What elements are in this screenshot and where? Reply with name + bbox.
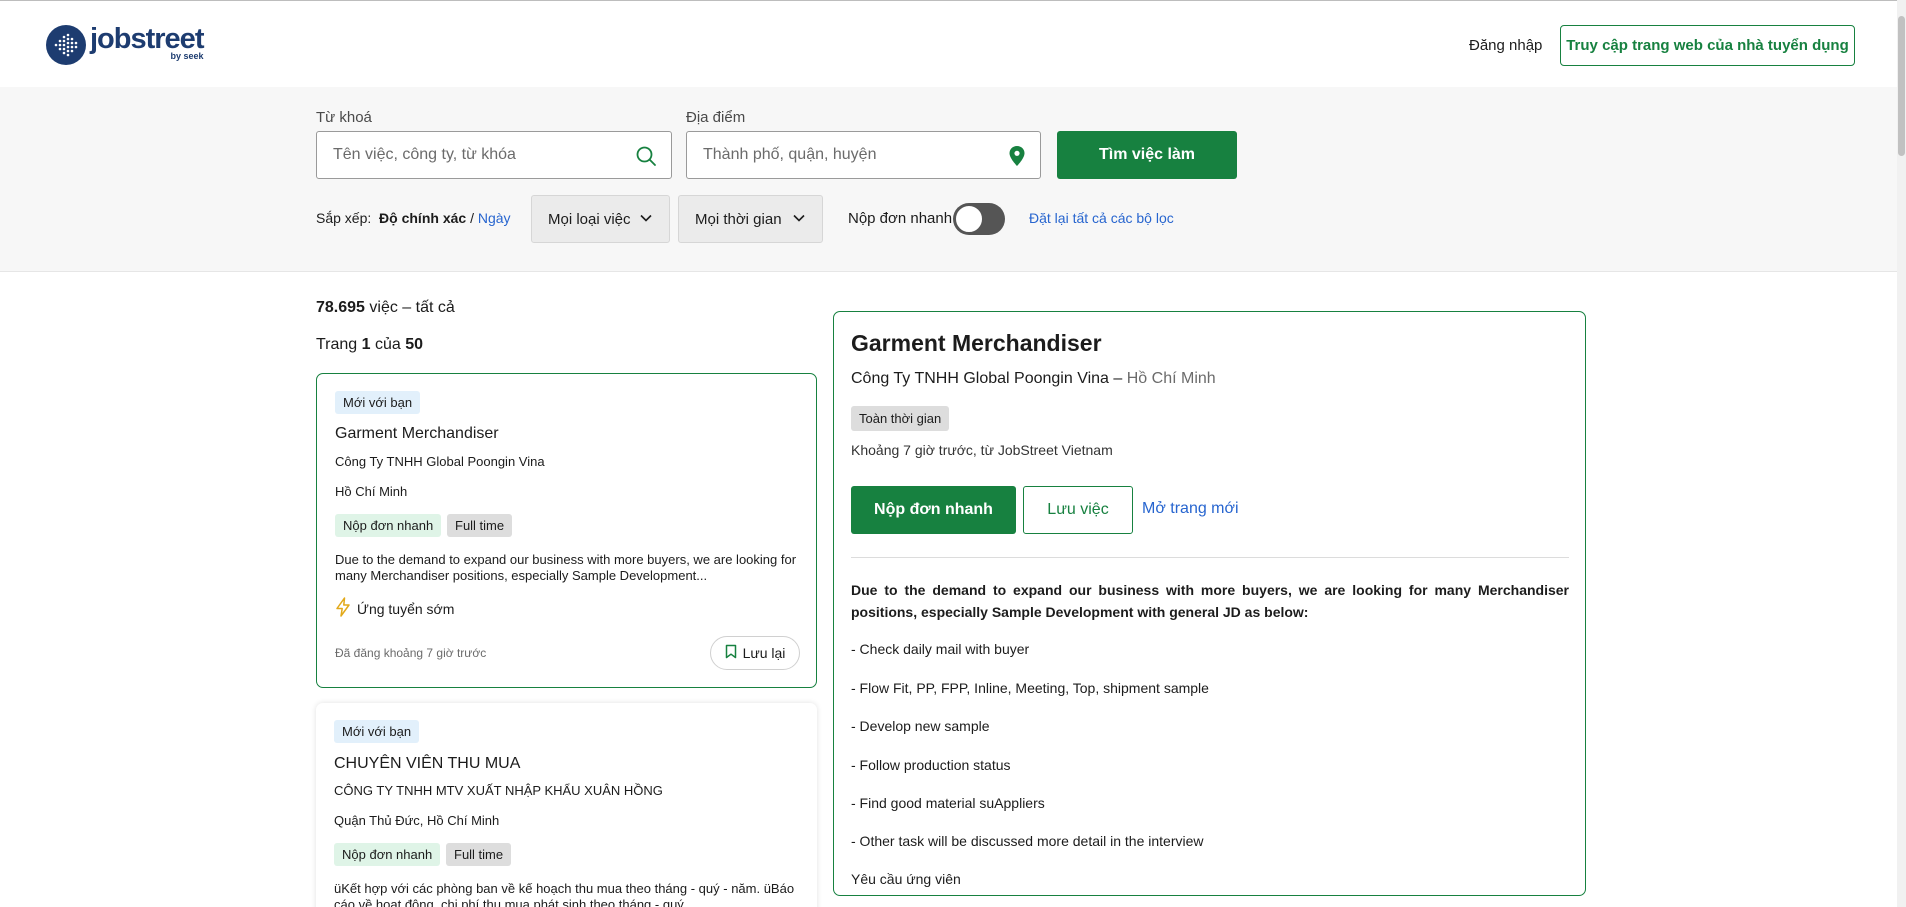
quick-apply-toggle[interactable] [953, 203, 1005, 235]
apply-early-hint: Ứng tuyển sớm [335, 597, 454, 620]
save-job-button[interactable]: Lưu lại [710, 636, 800, 670]
location-input[interactable]: Thành phố, quận, huyện [686, 131, 1041, 179]
job-detail-lead: Due to the demand to expand our business… [851, 582, 1569, 620]
save-job-detail-button[interactable]: Lưu việc [1023, 486, 1133, 534]
reset-filters-link[interactable]: Đặt lại tất cả các bộ lọc [1029, 210, 1174, 226]
logo-dots-icon [46, 25, 86, 65]
sort-relevance-option[interactable]: Độ chính xác [379, 210, 466, 226]
keyword-label: Từ khoá [316, 109, 372, 126]
job-card-posted: Đã đăng khoảng 7 giờ trước [335, 646, 487, 660]
keyword-input[interactable]: Tên việc, công ty, từ khóa [316, 131, 672, 179]
quick-apply-tag: Nộp đơn nhanh [335, 514, 442, 537]
toggle-knob [955, 205, 983, 233]
page-of: của [375, 336, 401, 353]
page-scrollbar[interactable] [1897, 0, 1906, 907]
search-icon [635, 145, 657, 172]
job-detail-work-type: Toàn thời gian [851, 406, 950, 431]
job-card-location[interactable]: Quận Thủ Đức, Hồ Chí Minh [334, 813, 499, 828]
job-detail-line: - Other task will be discussed more deta… [851, 833, 1204, 849]
find-jobs-button[interactable]: Tìm việc làm [1057, 131, 1237, 179]
job-card[interactable]: Mới với bạn Garment Merchandiser Công Ty… [316, 373, 817, 688]
job-card-title[interactable]: Garment Merchandiser [335, 425, 499, 443]
page-prefix: Trang [316, 336, 358, 353]
new-badge: Mới với bạn [335, 391, 421, 414]
location-placeholder: Thành phố, quận, huyện [703, 146, 877, 163]
job-card-title[interactable]: CHUYÊN VIÊN THU MUA [334, 755, 520, 773]
job-type-dropdown[interactable]: Mọi loại việc [531, 195, 670, 243]
jobstreet-logo[interactable]: jobstreet by seek [46, 23, 204, 65]
job-detail-line: Yêu cầu ứng viên [851, 871, 961, 887]
chevron-down-icon [639, 211, 653, 229]
result-count-suffix: việc – tất cả [369, 299, 455, 316]
logo-wordmark: jobstreet [90, 23, 204, 55]
job-card-company[interactable]: Công Ty TNHH Global Poongin Vina [335, 454, 545, 469]
site-header: jobstreet by seek Đăng nhập Truy cập tra… [0, 1, 1906, 87]
date-posted-dropdown[interactable]: Mọi thời gian [678, 195, 823, 243]
page-current: 1 [361, 336, 371, 353]
job-card-description: Due to the demand to expand our business… [335, 552, 797, 583]
map-pin-icon [1008, 145, 1026, 172]
login-link[interactable]: Đăng nhập [1469, 37, 1542, 54]
detail-divider [851, 557, 1569, 558]
result-count: 78.695 việc – tất cả [316, 299, 455, 317]
keyword-placeholder: Tên việc, công ty, từ khóa [333, 146, 516, 163]
scrollbar-thumb[interactable] [1898, 16, 1905, 156]
page-total: 50 [405, 336, 424, 353]
sort-date-option[interactable]: Ngày [478, 210, 511, 226]
sort-label: Sắp xếp: [316, 210, 372, 226]
quick-apply-button[interactable]: Nộp đơn nhanh [851, 486, 1016, 534]
open-new-tab-link[interactable]: Mở trang mới [1142, 500, 1239, 518]
search-panel [0, 87, 1906, 272]
job-detail-line: - Flow Fit, PP, FPP, Inline, Meeting, To… [851, 680, 1209, 696]
job-detail-line: - Follow production status [851, 757, 1011, 773]
apply-early-text: Ứng tuyển sớm [357, 600, 455, 617]
location-label: Địa điểm [686, 109, 746, 126]
job-detail-title: Garment Merchandiser [851, 330, 1102, 356]
job-card[interactable]: Mới với bạn CHUYÊN VIÊN THU MUA CÔNG TY … [316, 703, 817, 907]
job-detail-location: Hồ Chí Minh [1126, 370, 1216, 387]
result-count-number: 78.695 [316, 299, 365, 316]
job-type-value: Mọi loại việc [548, 210, 631, 228]
job-detail-line: - Check daily mail with buyer [851, 641, 1030, 657]
work-type-tag: Full time [447, 514, 513, 537]
date-posted-value: Mọi thời gian [695, 210, 782, 228]
job-detail-company-line: Công Ty TNHH Global Poongin Vina – Hồ Ch… [851, 370, 1216, 388]
job-card-description: üKết hợp với các phòng ban về kế hoạch t… [334, 881, 795, 907]
job-detail-separator: – [1113, 370, 1123, 387]
employer-site-button[interactable]: Truy cập trang web của nhà tuyển dụng [1560, 25, 1855, 66]
save-job-label: Lưu lại [742, 645, 786, 661]
job-card-company[interactable]: CÔNG TY TNHH MTV XUẤT NHẬP KHẨU XUÂN HỒN… [334, 783, 663, 798]
page-indicator: Trang 1 của 50 [316, 336, 423, 354]
sort-control: Sắp xếp: Độ chính xác / Ngày [316, 210, 511, 226]
chevron-down-icon [792, 211, 806, 229]
job-detail-company[interactable]: Công Ty TNHH Global Poongin Vina [851, 370, 1109, 387]
job-card-location[interactable]: Hồ Chí Minh [335, 484, 407, 499]
job-detail-line: - Develop new sample [851, 718, 990, 734]
job-detail-panel: Garment Merchandiser Công Ty TNHH Global… [833, 311, 1586, 896]
work-type-tag: Full time [446, 843, 512, 866]
bookmark-icon [725, 644, 737, 662]
quick-apply-tag: Nộp đơn nhanh [334, 843, 441, 866]
job-detail-line: - Find good material suAppliers [851, 795, 1045, 811]
new-badge: Mới với bạn [334, 720, 420, 743]
quick-apply-label: Nộp đơn nhanh [848, 210, 953, 227]
job-detail-posted: Khoảng 7 giờ trước, từ JobStreet Vietnam [851, 442, 1113, 458]
sort-separator: / [470, 210, 474, 226]
lightning-icon [335, 597, 351, 620]
